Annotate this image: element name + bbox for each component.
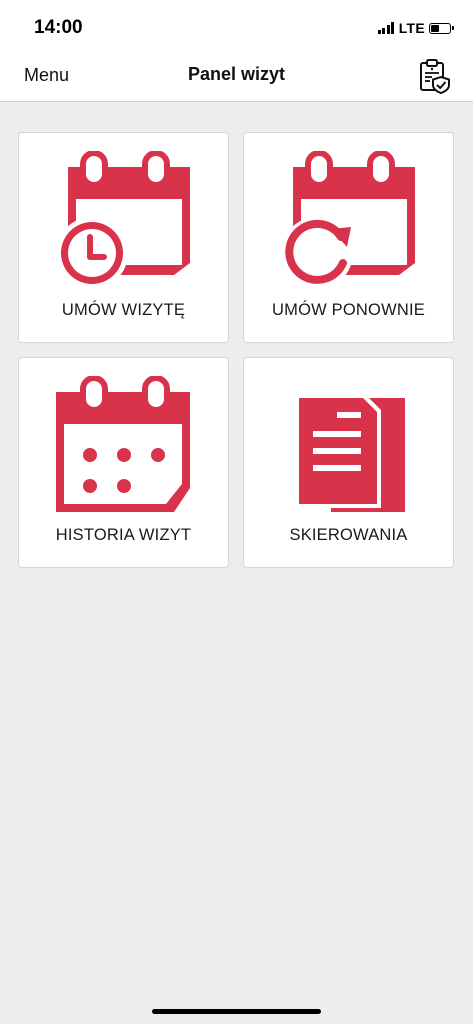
tile-referrals[interactable]: SKIEROWANIA (243, 357, 454, 568)
page-title: Panel wizyt (187, 64, 286, 84)
documents-icon (295, 394, 405, 512)
tile-book-visit[interactable]: UMÓW WIZYTĘ (18, 132, 229, 343)
tile-label: UMÓW PONOWNIE (272, 301, 425, 319)
battery-icon (429, 22, 454, 34)
tile-book-again[interactable]: UMÓW PONOWNIE (243, 132, 454, 343)
tile-visit-history[interactable]: HISTORIA WIZYT (18, 357, 229, 568)
home-indicator[interactable] (152, 1009, 321, 1014)
tile-label: HISTORIA WIZYT (55, 526, 192, 544)
calendar-refresh-icon (281, 151, 415, 289)
tile-label: UMÓW WIZYTĘ (61, 301, 186, 319)
calendar-clock-icon (56, 151, 190, 289)
status-indicators: LTE (377, 19, 454, 37)
calendar-dots-icon (56, 376, 190, 512)
tile-label: SKIEROWANIA (289, 526, 408, 544)
signal-icon (377, 22, 396, 34)
status-time: 14:00 (34, 17, 83, 38)
network-type: LTE (398, 20, 425, 36)
top-bar: 14:00 LTE Menu Panel wizyt (0, 0, 473, 102)
clipboard-shield-icon[interactable] (418, 58, 452, 95)
